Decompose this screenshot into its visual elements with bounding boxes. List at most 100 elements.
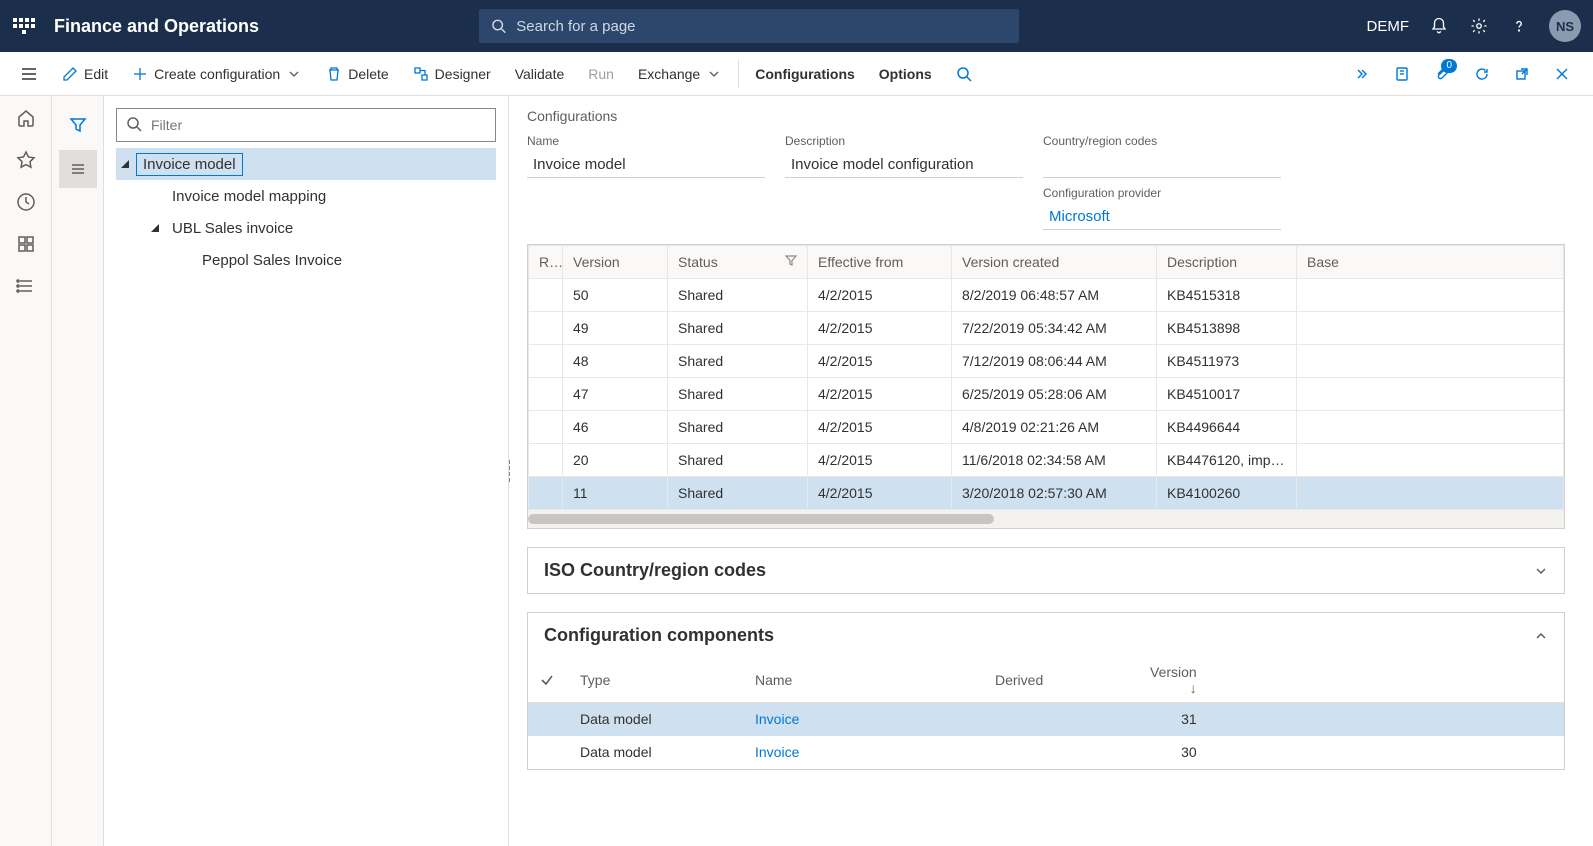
grid-cell[interactable]: Shared — [668, 477, 808, 510]
configurations-button[interactable]: Configurations — [743, 52, 867, 95]
favorites-icon[interactable] — [14, 148, 38, 172]
grid-cell[interactable] — [1297, 411, 1564, 444]
col-description[interactable]: Description — [1157, 246, 1297, 279]
col-status[interactable]: Status — [668, 246, 808, 279]
grid-cell[interactable]: 48 — [563, 345, 668, 378]
grid-cell[interactable]: 4/2/2015 — [808, 279, 952, 312]
refresh-button[interactable] — [1465, 57, 1499, 91]
grid-cell[interactable] — [1297, 279, 1564, 312]
validate-button[interactable]: Validate — [503, 52, 577, 95]
grid-cell[interactable]: Shared — [668, 444, 808, 477]
grid-cell[interactable] — [529, 444, 563, 477]
grid-cell[interactable]: 4/2/2015 — [808, 444, 952, 477]
filter-panel-icon[interactable] — [59, 106, 97, 144]
col-version[interactable]: Version — [563, 246, 668, 279]
grid-cell[interactable]: KB4496644 — [1157, 411, 1297, 444]
workspaces-icon[interactable] — [14, 232, 38, 256]
tree-node[interactable]: Invoice model — [116, 148, 496, 180]
name-value[interactable]: Invoice model — [527, 152, 765, 178]
grid-row[interactable]: 48Shared4/2/20157/12/2019 08:06:44 AMKB4… — [529, 345, 1564, 378]
grid-cell[interactable] — [1297, 345, 1564, 378]
tree-node[interactable]: Peppol Sales Invoice — [116, 244, 496, 276]
grid-cell[interactable]: Shared — [668, 279, 808, 312]
derived-cell[interactable] — [983, 703, 1138, 736]
grid-cell[interactable]: 4/2/2015 — [808, 477, 952, 510]
exchange-button[interactable]: Exchange — [626, 52, 734, 95]
spacer-cell[interactable] — [1209, 703, 1564, 736]
grid-cell[interactable]: 7/22/2019 05:34:42 AM — [952, 312, 1157, 345]
col-select[interactable] — [528, 658, 568, 703]
col-type[interactable]: Type — [568, 658, 743, 703]
attachments-button[interactable]: 0 — [1425, 57, 1459, 91]
close-button[interactable] — [1545, 57, 1579, 91]
grid-cell[interactable]: 8/2/2019 06:48:57 AM — [952, 279, 1157, 312]
caret-down-icon[interactable] — [150, 223, 166, 233]
nav-toggle-button[interactable] — [8, 65, 50, 83]
version-cell[interactable]: 31 — [1138, 703, 1209, 736]
col-derived[interactable]: Derived — [983, 658, 1138, 703]
open-office-button[interactable] — [1385, 57, 1419, 91]
col-base[interactable]: Base — [1297, 246, 1564, 279]
component-row[interactable]: Data modelInvoice30 — [528, 736, 1564, 769]
grid-cell[interactable]: 3/20/2018 02:57:30 AM — [952, 477, 1157, 510]
grid-cell[interactable]: 4/2/2015 — [808, 345, 952, 378]
grid-row[interactable]: 47Shared4/2/20156/25/2019 05:28:06 AMKB4… — [529, 378, 1564, 411]
grid-cell[interactable] — [529, 345, 563, 378]
splitter-handle[interactable] — [509, 451, 513, 491]
grid-cell[interactable]: 47 — [563, 378, 668, 411]
grid-cell[interactable]: KB4511973 — [1157, 345, 1297, 378]
components-section-header[interactable]: Configuration components — [528, 613, 1564, 658]
select-cell[interactable] — [528, 736, 568, 769]
tree-filter-input[interactable] — [116, 108, 496, 142]
grid-row[interactable]: 46Shared4/2/20154/8/2019 02:21:26 AMKB44… — [529, 411, 1564, 444]
grid-cell[interactable]: 4/2/2015 — [808, 411, 952, 444]
grid-cell[interactable] — [1297, 378, 1564, 411]
grid-cell[interactable]: 20 — [563, 444, 668, 477]
user-avatar[interactable]: NS — [1549, 10, 1581, 42]
bell-icon[interactable] — [1429, 16, 1449, 36]
grid-cell[interactable] — [1297, 312, 1564, 345]
grid-scrollbar[interactable] — [528, 510, 1564, 528]
grid-row[interactable]: 11Shared4/2/20153/20/2018 02:57:30 AMKB4… — [529, 477, 1564, 510]
col-r[interactable]: R... — [529, 246, 563, 279]
grid-row[interactable]: 50Shared4/2/20158/2/2019 06:48:57 AMKB45… — [529, 279, 1564, 312]
related-button[interactable] — [1345, 57, 1379, 91]
grid-cell[interactable]: Shared — [668, 411, 808, 444]
create-config-button[interactable]: Create configuration — [120, 52, 314, 95]
name-cell[interactable]: Invoice — [743, 736, 983, 769]
select-cell[interactable] — [528, 703, 568, 736]
global-search[interactable] — [479, 9, 1019, 43]
tree-node[interactable]: UBL Sales invoice — [116, 212, 496, 244]
grid-cell[interactable] — [529, 378, 563, 411]
grid-cell[interactable]: 4/8/2019 02:21:26 AM — [952, 411, 1157, 444]
caret-down-icon[interactable] — [120, 159, 136, 169]
grid-cell[interactable] — [1297, 444, 1564, 477]
search-input[interactable] — [516, 18, 1007, 35]
options-button[interactable]: Options — [867, 52, 944, 95]
country-value[interactable] — [1043, 152, 1281, 178]
col-created[interactable]: Version created — [952, 246, 1157, 279]
grid-cell[interactable]: 7/12/2019 08:06:44 AM — [952, 345, 1157, 378]
provider-value[interactable]: Microsoft — [1043, 204, 1281, 230]
designer-button[interactable]: Designer — [401, 52, 503, 95]
grid-cell[interactable]: 11/6/2018 02:34:58 AM — [952, 444, 1157, 477]
grid-cell[interactable]: KB4100260 — [1157, 477, 1297, 510]
edit-button[interactable]: Edit — [50, 52, 120, 95]
grid-cell[interactable] — [529, 477, 563, 510]
grid-cell[interactable]: KB4510017 — [1157, 378, 1297, 411]
grid-cell[interactable]: 49 — [563, 312, 668, 345]
grid-row[interactable]: 49Shared4/2/20157/22/2019 05:34:42 AMKB4… — [529, 312, 1564, 345]
col-compversion[interactable]: Version — [1138, 658, 1209, 703]
help-icon[interactable] — [1509, 16, 1529, 36]
grid-cell[interactable]: 4/2/2015 — [808, 378, 952, 411]
grid-cell[interactable]: 6/25/2019 05:28:06 AM — [952, 378, 1157, 411]
grid-cell[interactable]: 11 — [563, 477, 668, 510]
grid-cell[interactable]: KB4515318 — [1157, 279, 1297, 312]
company-code[interactable]: DEMF — [1367, 18, 1410, 35]
component-row[interactable]: Data modelInvoice31 — [528, 703, 1564, 736]
gear-icon[interactable] — [1469, 16, 1489, 36]
grid-cell[interactable]: Shared — [668, 345, 808, 378]
grid-cell[interactable]: KB4513898 — [1157, 312, 1297, 345]
col-effective[interactable]: Effective from — [808, 246, 952, 279]
list-panel-icon[interactable] — [59, 150, 97, 188]
